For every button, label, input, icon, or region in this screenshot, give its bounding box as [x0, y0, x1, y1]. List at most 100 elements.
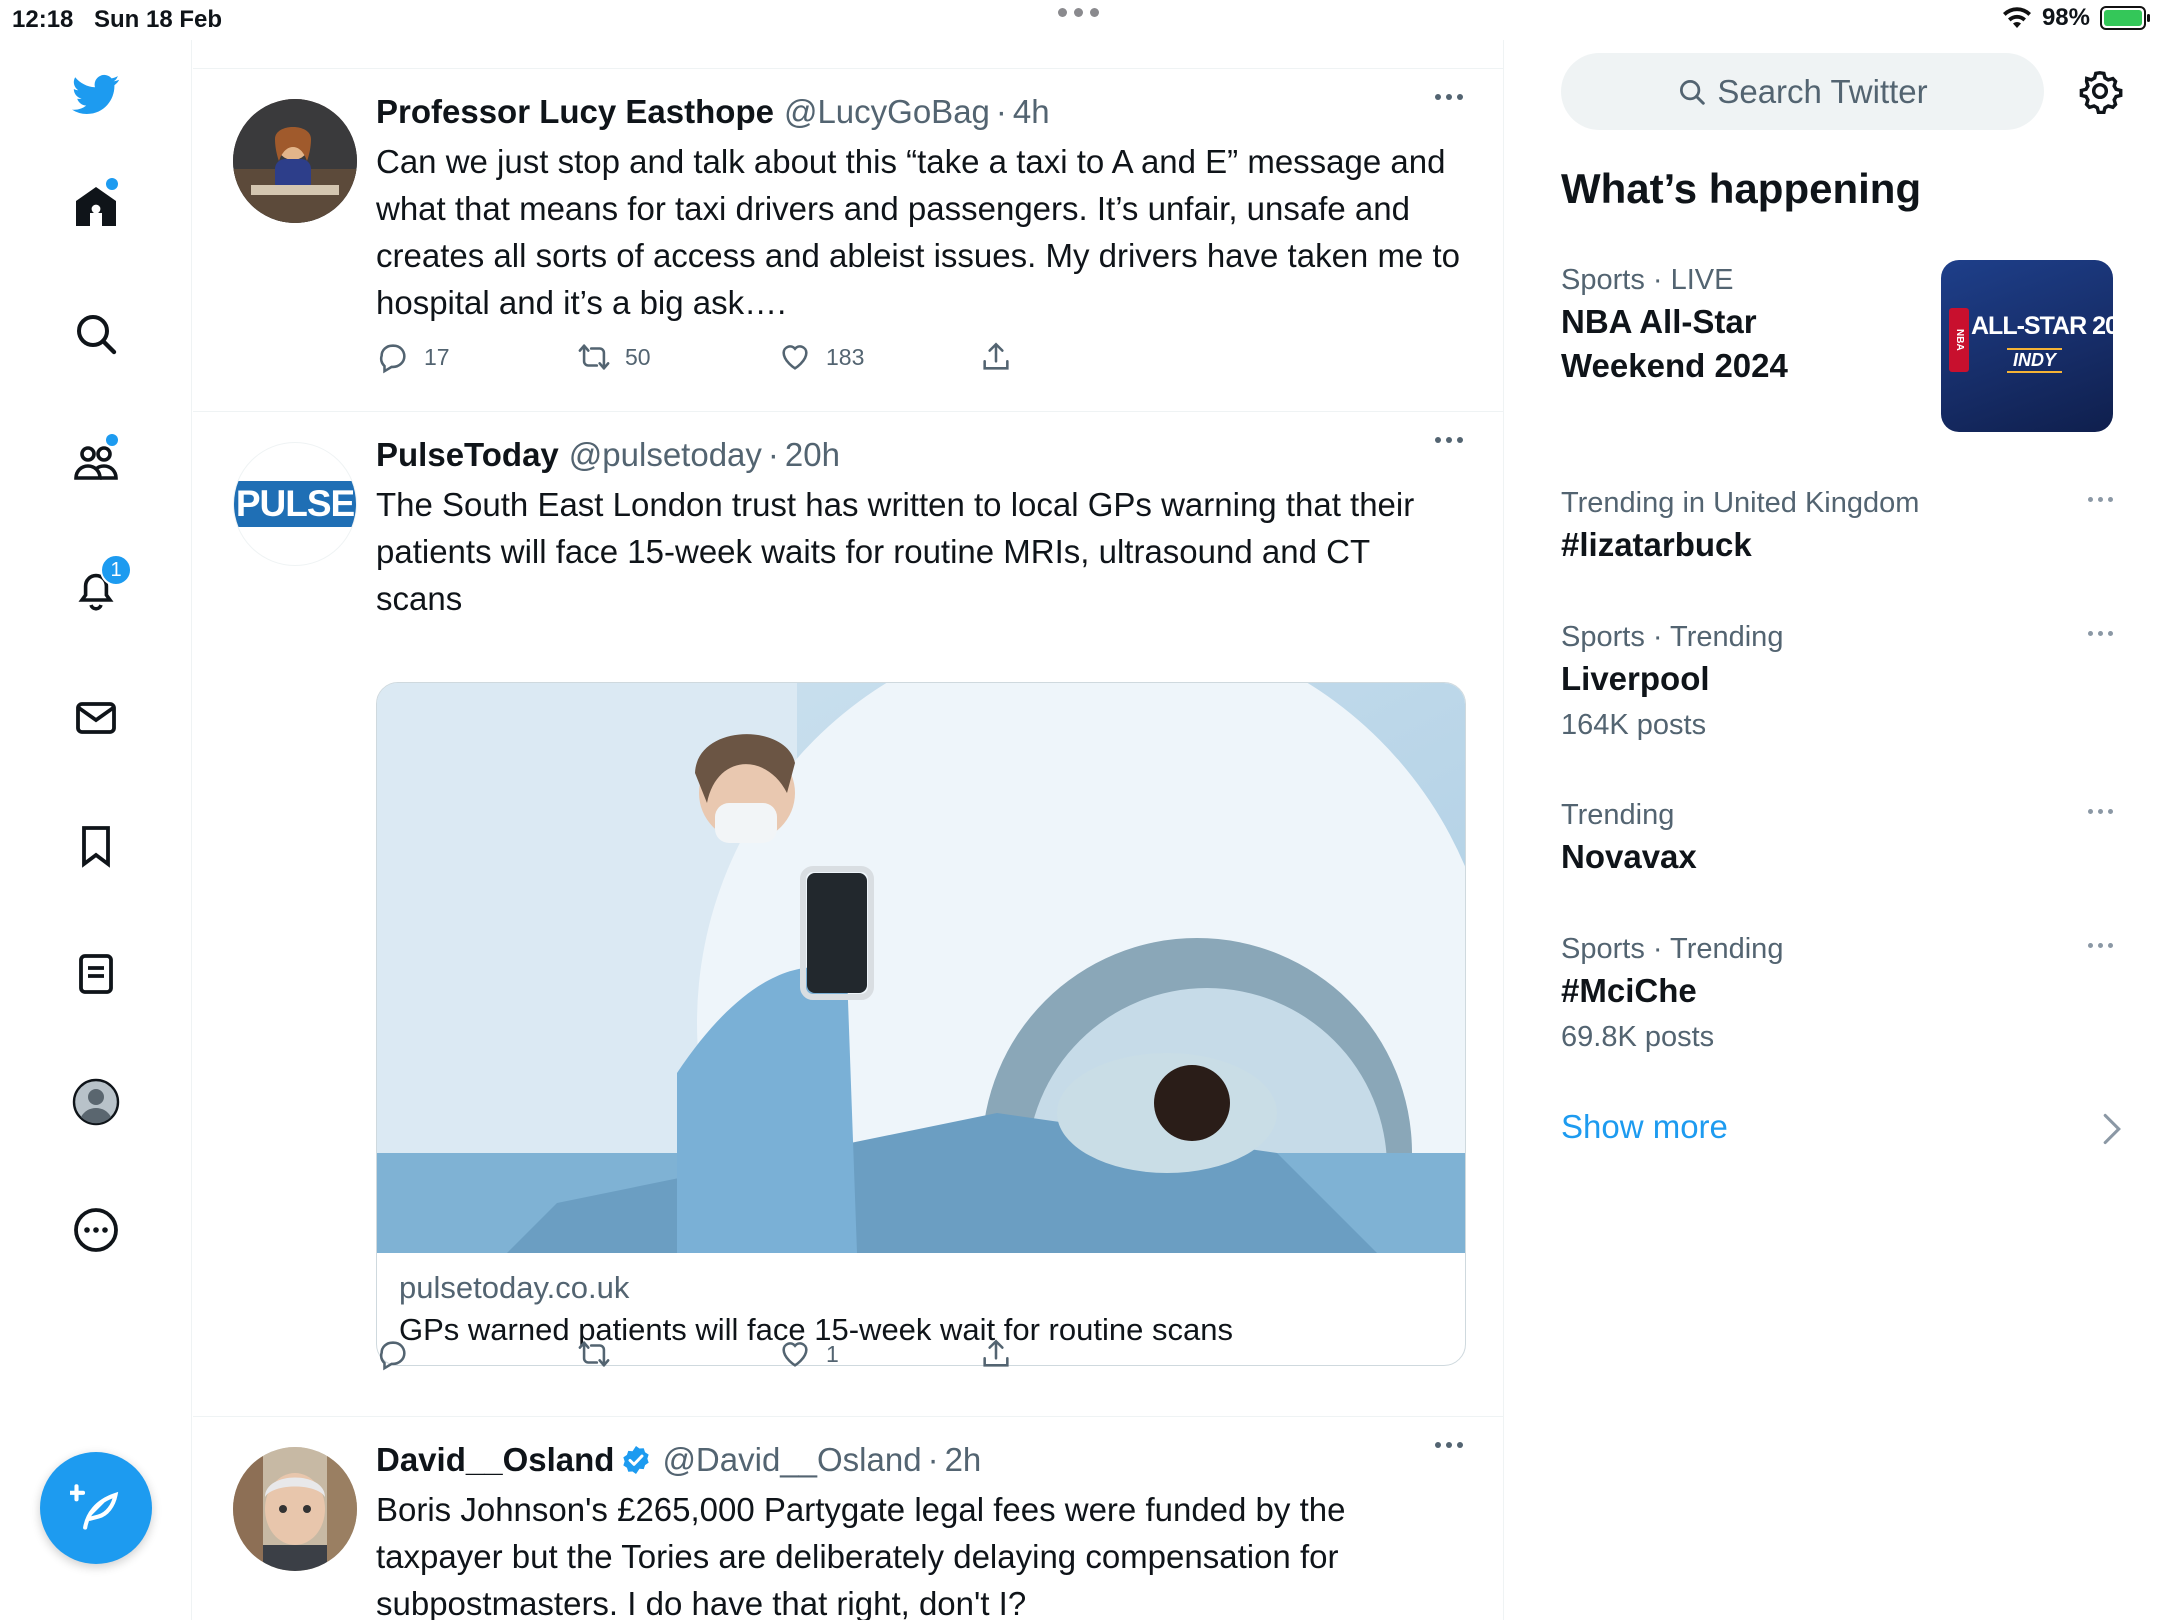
- trend-name: Novavax: [1561, 838, 1697, 875]
- reply-icon: [379, 1341, 406, 1371]
- like-icon: [782, 345, 808, 370]
- tweet-more-icon[interactable]: [1435, 94, 1463, 100]
- trend-category: Sports · Trending: [1561, 933, 1784, 965]
- like-button[interactable]: 1: [778, 1337, 979, 1371]
- trend-name: #lizatarbuck: [1561, 526, 1752, 563]
- profile-avatar-icon[interactable]: [62, 1068, 130, 1136]
- tweet[interactable]: Professor Lucy Easthope @LucyGoBag · 4h …: [193, 69, 1503, 412]
- link-card-image: [377, 683, 1465, 1253]
- tweet-text: Boris Johnson's £265,000 Partygate legal…: [376, 1491, 1346, 1620]
- trend-name: NBA All-Star Weekend 2024: [1561, 303, 1788, 384]
- retweet-button[interactable]: [577, 1337, 778, 1371]
- twitter-logo-icon[interactable]: [62, 60, 130, 128]
- tweet-author-handle[interactable]: @LucyGoBag: [784, 90, 990, 134]
- retweet-count: 50: [625, 343, 651, 370]
- tweet-author-name[interactable]: Professor Lucy Easthope: [376, 90, 774, 134]
- link-card-domain: pulsetoday.co.uk: [399, 1270, 630, 1305]
- nba-logo: NBA: [1949, 308, 1969, 372]
- whats-happening-title: What’s happening: [1561, 165, 1922, 212]
- tweet-more-icon[interactable]: [1435, 1442, 1463, 1448]
- bookmarks-icon[interactable]: [62, 812, 130, 880]
- reply-icon: [379, 344, 406, 374]
- home-icon[interactable]: [62, 172, 130, 240]
- search-icon[interactable]: [62, 300, 130, 368]
- settings-gear-icon[interactable]: [2077, 68, 2123, 115]
- separator-dot: ·: [767, 436, 779, 473]
- like-count: 1: [826, 1340, 839, 1367]
- trend-name: Liverpool: [1561, 660, 1710, 697]
- tweet-time[interactable]: 4h: [1013, 90, 1050, 134]
- home-unread-dot: [106, 178, 118, 190]
- tweet-more-icon[interactable]: [1435, 437, 1463, 443]
- multitasking-dots-icon[interactable]: [1058, 8, 1099, 17]
- tweet-author-name[interactable]: David__Osland: [376, 1438, 614, 1482]
- notifications-badge: 1: [100, 554, 132, 586]
- like-count: 183: [826, 343, 865, 370]
- trend-item[interactable]: Trending in United Kingdom #lizatarbuck: [1561, 483, 2113, 567]
- communities-icon[interactable]: [62, 428, 130, 496]
- like-icon: [782, 1342, 808, 1367]
- lists-icon[interactable]: [62, 940, 130, 1008]
- trend-more-icon[interactable]: [2088, 631, 2113, 636]
- compose-tweet-button[interactable]: [40, 1452, 152, 1564]
- chevron-right-icon[interactable]: [2101, 1112, 2123, 1146]
- trend-post-count: 164K posts: [1561, 709, 1707, 741]
- tweet-time[interactable]: 20h: [785, 433, 840, 477]
- allstar-logo-text: ALL-STAR 2024: [1971, 312, 2113, 340]
- tweet-time[interactable]: 2h: [945, 1438, 982, 1482]
- tweet-author-handle[interactable]: @David__Osland: [662, 1438, 921, 1482]
- tweet-author-avatar[interactable]: [233, 1447, 357, 1571]
- status-bar: 12:18 Sun 18 Feb 98%: [0, 0, 2160, 40]
- trend-name: #MciChe: [1561, 972, 1697, 1009]
- trend-item[interactable]: Trending Novavax: [1561, 795, 2113, 879]
- search-placeholder: Search Twitter: [1717, 72, 1928, 110]
- tweet[interactable]: PULSE PulseToday @pulsetoday · 20h The S…: [193, 412, 1503, 1417]
- retweet-icon: [578, 1341, 610, 1367]
- left-navigation: 1: [0, 40, 192, 1620]
- tweet-author-handle[interactable]: @pulsetoday: [569, 433, 762, 477]
- share-button[interactable]: [979, 340, 1180, 374]
- search-icon: [1680, 79, 1706, 105]
- trend-item[interactable]: Sports · Trending Liverpool 164K posts: [1561, 617, 2113, 747]
- battery-percent: 98%: [2041, 4, 2090, 31]
- verified-badge-icon: [620, 1444, 652, 1476]
- trend-more-icon[interactable]: [2088, 943, 2113, 948]
- messages-icon[interactable]: [62, 684, 130, 752]
- trend-item[interactable]: Sports · Trending #MciChe 69.8K posts: [1561, 929, 2113, 1059]
- trend-item[interactable]: Sports · LIVE NBA All-Star Weekend 2024 …: [1561, 260, 2113, 440]
- separator-dot: ·: [995, 93, 1007, 130]
- tweet-actions: 17 50 183: [376, 340, 1180, 374]
- tweet-author-avatar[interactable]: [233, 99, 357, 223]
- timeline: Professor Lucy Easthope @LucyGoBag · 4h …: [193, 40, 1504, 1620]
- reply-count: 17: [424, 343, 450, 370]
- retweet-icon: [578, 344, 610, 370]
- trend-more-icon[interactable]: [2088, 497, 2113, 502]
- trend-category: Trending: [1561, 799, 1675, 831]
- reply-button[interactable]: 17: [376, 340, 577, 374]
- reply-button[interactable]: [376, 1337, 577, 1371]
- tweet-author-name[interactable]: PulseToday: [376, 433, 559, 477]
- status-time: 12:18: [12, 6, 74, 33]
- trend-post-count: 69.8K posts: [1561, 1021, 1715, 1053]
- trend-category: Sports · Trending: [1561, 621, 1784, 653]
- tweet-author-avatar[interactable]: PULSE: [233, 442, 357, 566]
- tweet-actions: 1: [376, 1337, 1180, 1371]
- like-button[interactable]: 183: [778, 340, 979, 374]
- share-button[interactable]: [979, 1337, 1180, 1371]
- right-sidebar: Search Twitter What’s happening Sports ·…: [1505, 40, 2160, 1620]
- search-input[interactable]: Search Twitter: [1561, 53, 2044, 130]
- tweet-text: The South East London trust has written …: [376, 486, 1415, 617]
- compose-feather-icon: [70, 1484, 119, 1530]
- share-icon: [983, 1339, 1009, 1367]
- more-options-icon[interactable]: [62, 1196, 130, 1264]
- wifi-icon: [2002, 7, 2031, 29]
- trend-thumbnail: NBA ALL-STAR 2024 INDY: [1941, 260, 2113, 432]
- retweet-button[interactable]: 50: [577, 340, 778, 374]
- link-card[interactable]: pulsetoday.co.uk GPs warned patients wil…: [376, 682, 1466, 1366]
- trend-more-icon[interactable]: [2088, 809, 2113, 814]
- show-more-link[interactable]: Show more: [1561, 1108, 1728, 1146]
- pulse-logo-text: PULSE: [234, 481, 356, 527]
- tweet[interactable]: David__Osland @David__Osland · 2h Boris …: [193, 1417, 1503, 1620]
- notifications-icon[interactable]: 1: [62, 554, 132, 624]
- allstar-logo-subtext: INDY: [2007, 348, 2063, 373]
